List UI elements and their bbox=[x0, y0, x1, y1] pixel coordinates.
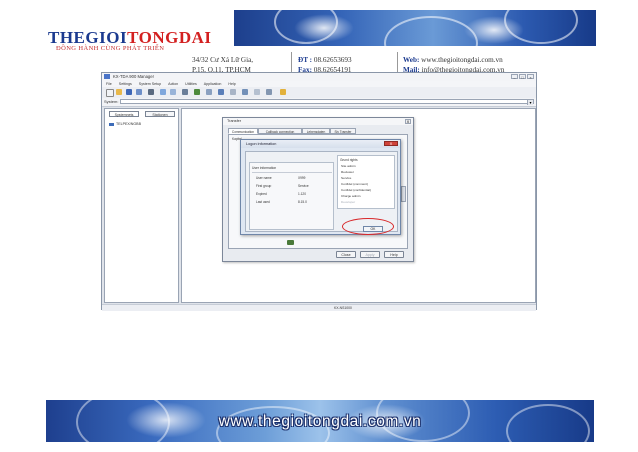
connect-icon[interactable] bbox=[136, 89, 142, 95]
globe-icon[interactable] bbox=[194, 89, 200, 95]
list-item: Reviewer bbox=[341, 170, 354, 174]
list-item: Charge admin bbox=[341, 194, 361, 198]
menu-file[interactable]: File bbox=[106, 82, 112, 86]
footer-url[interactable]: www.thegioitongdai.com.vn bbox=[46, 413, 594, 431]
company-slogan: ĐỒNG HÀNH CÙNG PHÁT TRIỂN bbox=[56, 45, 165, 52]
menu-system-setup[interactable]: System Setup bbox=[139, 82, 161, 86]
network-icon[interactable] bbox=[218, 89, 224, 95]
download-icon[interactable] bbox=[170, 89, 176, 95]
list-item: Confidel (comment) bbox=[341, 182, 368, 186]
user-info-panel: User information User name X999 First gro… bbox=[249, 162, 334, 230]
list-icon[interactable] bbox=[230, 89, 236, 95]
list-item: Confidel (confidential) bbox=[341, 188, 371, 192]
tab-stationen[interactable]: Stationen bbox=[145, 111, 175, 117]
print-icon[interactable] bbox=[148, 89, 154, 95]
close-icon[interactable]: X bbox=[384, 141, 398, 146]
help-icon[interactable] bbox=[280, 89, 286, 95]
system-label: System: bbox=[104, 99, 119, 104]
scrollbar[interactable] bbox=[401, 186, 406, 202]
apply-button[interactable]: Apply bbox=[360, 251, 380, 258]
logon-dialog-title: Logon information bbox=[241, 140, 400, 148]
status-text: KX-NS1000 bbox=[334, 306, 352, 310]
system-bar: System: ▾ bbox=[102, 98, 536, 107]
phone-value: 08.62653693 bbox=[313, 56, 352, 64]
list-item: Developer bbox=[341, 200, 356, 204]
system-select[interactable]: ▾ bbox=[120, 99, 534, 105]
minimize-button[interactable]: – bbox=[511, 74, 518, 80]
chart-icon[interactable] bbox=[266, 89, 272, 95]
app-icon bbox=[104, 74, 110, 79]
tab-systemnets[interactable]: Systemnets bbox=[109, 111, 139, 117]
close-button[interactable]: × bbox=[527, 74, 534, 80]
transfer-dialog-title: Transfer bbox=[223, 118, 413, 125]
list-item: Service bbox=[341, 176, 352, 180]
maximize-button[interactable]: □ bbox=[519, 74, 526, 80]
address-line-1: 34/32 Cư Xá Lữ Gia, bbox=[192, 56, 254, 64]
app-title: KX-TDA 900 Manager bbox=[113, 74, 154, 79]
footer-banner: www.thegioitongdai.com.vn bbox=[46, 400, 594, 442]
transfer-icon bbox=[287, 240, 294, 245]
open-folder-icon[interactable] bbox=[116, 89, 122, 95]
menu-help[interactable]: Help bbox=[228, 82, 235, 86]
report-icon[interactable] bbox=[254, 89, 260, 95]
header-graphic bbox=[234, 10, 596, 46]
user-info-header: User information bbox=[252, 166, 277, 170]
settings-icon[interactable] bbox=[206, 89, 212, 95]
rights-list: Grund rights Site admin Reviewer Service… bbox=[337, 155, 395, 209]
tree-item-label: TELPEX/NGBB bbox=[116, 122, 141, 126]
user-icon[interactable] bbox=[242, 89, 248, 95]
divider bbox=[252, 172, 332, 173]
left-pane: Systemnets Stationen TELPEX/NGBB bbox=[104, 108, 179, 303]
status-bar: KX-NS1000 bbox=[102, 304, 536, 311]
pbx-icon bbox=[109, 122, 114, 126]
tool-icon[interactable] bbox=[182, 89, 188, 95]
save-icon[interactable] bbox=[126, 89, 132, 95]
close-icon[interactable]: X bbox=[405, 119, 411, 124]
web-link[interactable]: www.thegioitongdai.com.vn bbox=[421, 56, 503, 64]
close-button[interactable]: Close bbox=[336, 251, 356, 258]
help-button[interactable]: Help bbox=[384, 251, 404, 258]
new-icon[interactable] bbox=[106, 89, 114, 97]
menu-utilities[interactable]: Utilities bbox=[185, 82, 197, 86]
upload-icon[interactable] bbox=[160, 89, 166, 95]
highlight-circle bbox=[342, 218, 394, 235]
menu-action[interactable]: Action bbox=[168, 82, 178, 86]
chevron-down-icon[interactable]: ▾ bbox=[527, 100, 533, 105]
header-banner: THEGIOITONGDAI ĐỒNG HÀNH CÙNG PHÁT TRIỂN… bbox=[48, 10, 596, 76]
list-item: Site admin bbox=[341, 164, 356, 168]
menu-settings[interactable]: Settings bbox=[119, 82, 132, 86]
rights-list-header: Grund rights bbox=[340, 158, 358, 162]
menu-application[interactable]: Application bbox=[204, 82, 222, 86]
tree-item[interactable]: TELPEX/NGBB bbox=[109, 122, 141, 126]
